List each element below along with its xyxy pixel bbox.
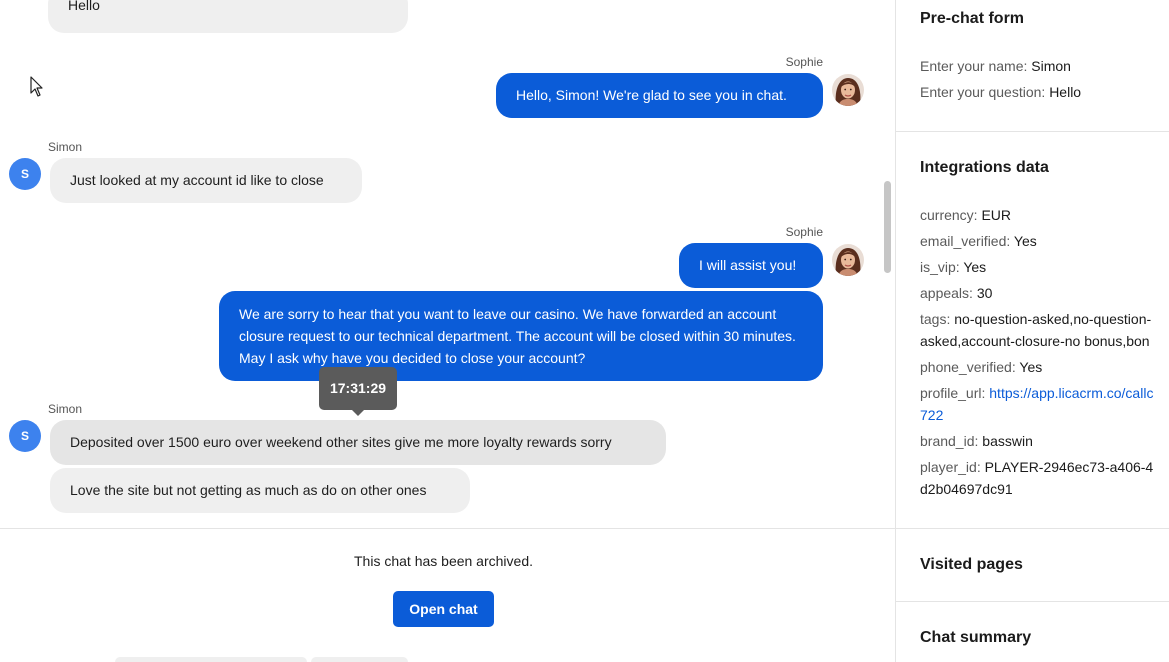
field-key: currency: <box>920 207 978 223</box>
field-key: Enter your name: <box>920 58 1028 74</box>
field-value: basswin <box>982 433 1033 449</box>
agent-message: Hello, Simon! We're glad to see you in c… <box>496 73 823 118</box>
visitor-message: Just looked at my account id like to clo… <box>50 158 362 203</box>
field-key: tags: <box>920 311 951 327</box>
agent-avatar-photo <box>832 74 864 106</box>
archived-footer: This chat has been archived. Open chat <box>0 528 895 662</box>
field-key: player_id: <box>920 459 981 475</box>
section-divider <box>896 601 1169 602</box>
field-value: PLAYER-2946ec73-a406-4 <box>984 459 1154 475</box>
next-message-peek <box>115 657 307 662</box>
integration-currency: currency: EUR <box>920 204 1169 226</box>
field-key: brand_id: <box>920 433 979 449</box>
message-text: Love the site but not getting as much as… <box>70 482 427 498</box>
integration-phone-verified: phone_verified: Yes <box>920 356 1169 378</box>
field-value: asked,account-closure-no bonus,bon <box>920 333 1150 349</box>
visitor-avatar: S <box>9 158 41 190</box>
open-chat-button[interactable]: Open chat <box>393 591 494 627</box>
integration-email-verified: email_verified: Yes <box>920 230 1169 252</box>
field-key: is_vip: <box>920 259 960 275</box>
field-value: EUR <box>981 207 1012 223</box>
prechat-name-field: Enter your name: Simon <box>920 55 1169 77</box>
chat-summary-title[interactable]: Chat summary <box>920 629 1031 647</box>
section-divider <box>896 528 1169 529</box>
field-value: Yes <box>1013 233 1037 249</box>
sender-name: Sophie <box>785 55 823 69</box>
next-message-peek <box>311 657 408 662</box>
integration-appeals: appeals: 30 <box>920 282 1169 304</box>
agent-message: I will assist you! <box>679 243 823 288</box>
chat-transcript[interactable]: Hello Sophie Hello, Simon! We're glad to… <box>0 0 895 528</box>
integration-brand-id: brand_id: basswin <box>920 430 1169 452</box>
mouse-pointer-icon <box>30 76 43 97</box>
field-key: email_verified: <box>920 233 1011 249</box>
visitor-message: Hello <box>48 0 408 33</box>
field-value: Hello <box>1049 84 1082 100</box>
sender-name: Simon <box>48 140 83 154</box>
visitor-message: Love the site but not getting as much as… <box>50 468 470 513</box>
agent-avatar <box>832 244 864 276</box>
agent-avatar <box>832 74 864 106</box>
message-text: I will assist you! <box>699 257 797 273</box>
visitor-message: Deposited over 1500 euro over weekend ot… <box>50 420 666 465</box>
integration-profile-url-cont: 722 <box>920 404 1169 426</box>
message-text: Deposited over 1500 euro over weekend ot… <box>70 434 612 450</box>
integration-player-id: player_id: PLAYER-2946ec73-a406-4 <box>920 456 1169 478</box>
visited-pages-title[interactable]: Visited pages <box>920 556 1023 574</box>
message-text: Hello, Simon! We're glad to see you in c… <box>516 87 787 103</box>
field-value: Yes <box>1019 359 1043 375</box>
timestamp-tooltip: 17:31:29 <box>319 367 397 416</box>
field-value: 30 <box>976 285 993 301</box>
agent-message: We are sorry to hear that you want to le… <box>219 291 823 381</box>
integration-tags-cont: asked,account-closure-no bonus,bon <box>920 330 1169 352</box>
field-key: appeals: <box>920 285 973 301</box>
field-value: no-question-asked,no-question- <box>954 311 1152 327</box>
sender-name: Simon <box>48 402 83 416</box>
agent-avatar-photo <box>832 244 864 276</box>
section-divider <box>896 131 1169 132</box>
integration-tags: tags: no-question-asked,no-question- <box>920 308 1169 330</box>
integration-is-vip: is_vip: Yes <box>920 256 1169 278</box>
integrations-data-title: Integrations data <box>920 159 1049 176</box>
message-text: Hello <box>68 0 100 13</box>
field-key: Enter your question: <box>920 84 1046 100</box>
integration-profile-url: profile_url: https://app.licacrm.co/call… <box>920 382 1169 404</box>
message-text: We are sorry to hear that you want to le… <box>239 306 796 366</box>
prechat-question-field: Enter your question: Hello <box>920 81 1169 103</box>
details-panel: Pre-chat form Enter your name: Simon Ent… <box>895 0 1169 662</box>
profile-url-link[interactable]: 722 <box>920 407 943 423</box>
chat-scrollbar-thumb[interactable] <box>884 181 891 273</box>
message-text: Just looked at my account id like to clo… <box>70 172 324 188</box>
field-value: Yes <box>963 259 987 275</box>
integration-player-id-cont: d2b04697dc91 <box>920 478 1169 500</box>
profile-url-link[interactable]: https://app.licacrm.co/callc <box>989 385 1153 401</box>
archived-notice: This chat has been archived. <box>354 553 533 569</box>
visitor-avatar: S <box>9 420 41 452</box>
field-key: phone_verified: <box>920 359 1016 375</box>
field-value: d2b04697dc91 <box>920 481 1013 497</box>
field-key: profile_url: <box>920 385 986 401</box>
field-value: Simon <box>1031 58 1071 74</box>
sender-name: Sophie <box>785 225 823 239</box>
prechat-form-title: Pre-chat form <box>920 10 1025 27</box>
